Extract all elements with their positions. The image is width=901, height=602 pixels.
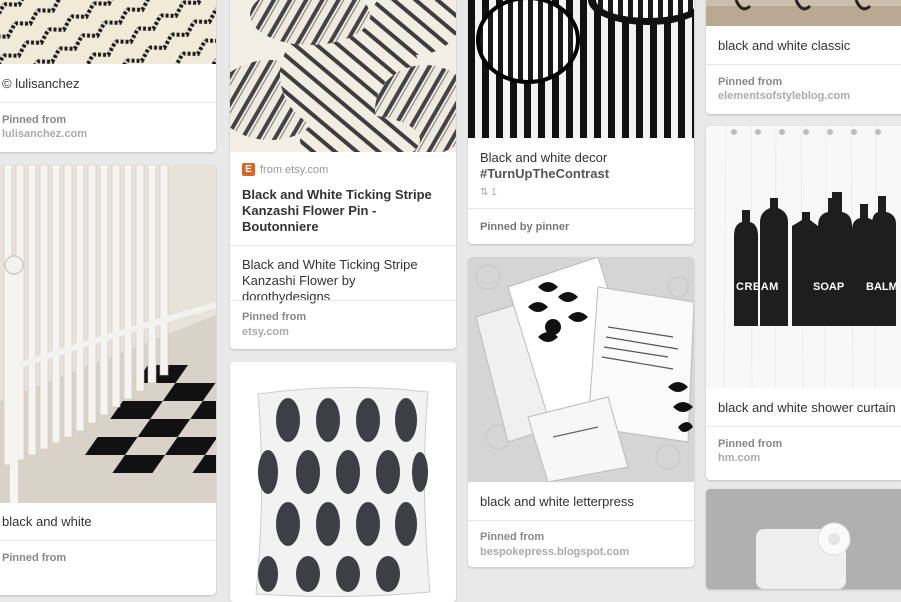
pinned-from-label: Pinned from (242, 311, 307, 323)
pinned-from-label: Pinned from (480, 531, 545, 543)
divider (468, 208, 694, 209)
repin-count: 1 (491, 187, 497, 198)
pin-description: Black and white decor (480, 150, 608, 165)
bottle-label: SOAP (813, 281, 845, 293)
pin-card[interactable]: black and white classic Pinned from elem… (706, 0, 901, 114)
pin-from-domain[interactable]: from etsy.com (260, 164, 328, 176)
divider (706, 64, 901, 65)
pin-card[interactable]: © lulisanchez Pinned from lulisanchez.co… (0, 0, 216, 152)
pin-card[interactable]: black and white letterpress Pinned from … (468, 257, 694, 567)
pin-card[interactable] (230, 362, 456, 602)
pin-hashtag-link[interactable]: #TurnUpTheContrast (480, 166, 684, 182)
pin-image-ikat-pillow[interactable] (230, 362, 456, 602)
etsy-icon: E (242, 163, 255, 176)
pin-image-ticking-flower[interactable] (230, 0, 456, 152)
pin-credit: © lulisanchez (2, 76, 80, 91)
pin-source-link[interactable]: etsy.com (242, 326, 289, 338)
divider (230, 245, 456, 246)
pin-image-hooks[interactable] (706, 0, 901, 26)
pin-title[interactable]: Black and White Ticking Stripe Kanzashi … (242, 187, 446, 235)
pin-description: black and white (2, 514, 92, 529)
pin-image-white-vase[interactable] (706, 489, 901, 589)
pin-image-shower-curtain[interactable]: CREAM SOAP BALM (706, 126, 901, 388)
divider (706, 426, 901, 427)
divider (0, 102, 216, 103)
repin-icon: ⇅ 1 (480, 187, 497, 198)
bottle-label: CREAM (736, 281, 779, 293)
pin-description: black and white letterpress (480, 494, 634, 509)
pinned-by-link[interactable]: Pinned by pinner (480, 221, 569, 233)
pin-source-link[interactable]: elementsofstyleblog.com (718, 90, 850, 102)
pin-description: black and white shower curtain (718, 400, 896, 415)
pin-image-letterpress-invitation[interactable] (468, 257, 694, 482)
pin-description: black and white classic (718, 38, 851, 53)
divider (230, 300, 456, 301)
pin-source-link[interactable]: lulisanchez.com (2, 128, 87, 140)
pin-image-striped-decor[interactable] (468, 0, 694, 138)
pinned-from-label: Pinned from (718, 438, 783, 450)
pinned-from-label: Pinned from (2, 552, 67, 564)
pin-card[interactable]: E from etsy.com Black and White Ticking … (230, 0, 456, 349)
divider (0, 540, 216, 541)
pin-card[interactable]: Black and white decor #TurnUpTheContrast… (468, 0, 694, 244)
pinned-from-label: Pinned from (2, 114, 67, 126)
pinned-from-label: Pinned from (718, 76, 783, 88)
pin-description: Black and White Ticking Stripe Kanzashi … (242, 257, 418, 304)
bottle-label: BALM (866, 281, 898, 293)
pin-card[interactable] (706, 489, 901, 589)
pin-source-link[interactable]: bespokepress.blogspot.com (480, 546, 629, 558)
pin-image-radiator-floor[interactable] (0, 165, 216, 503)
pin-card[interactable]: CREAM SOAP BALM black and white shower c… (706, 126, 901, 480)
divider (468, 520, 694, 521)
pin-source-link[interactable]: hm.com (718, 452, 760, 464)
pin-image-zigzag-fabric[interactable] (0, 0, 216, 64)
pin-card[interactable]: black and white Pinned from (0, 165, 216, 595)
